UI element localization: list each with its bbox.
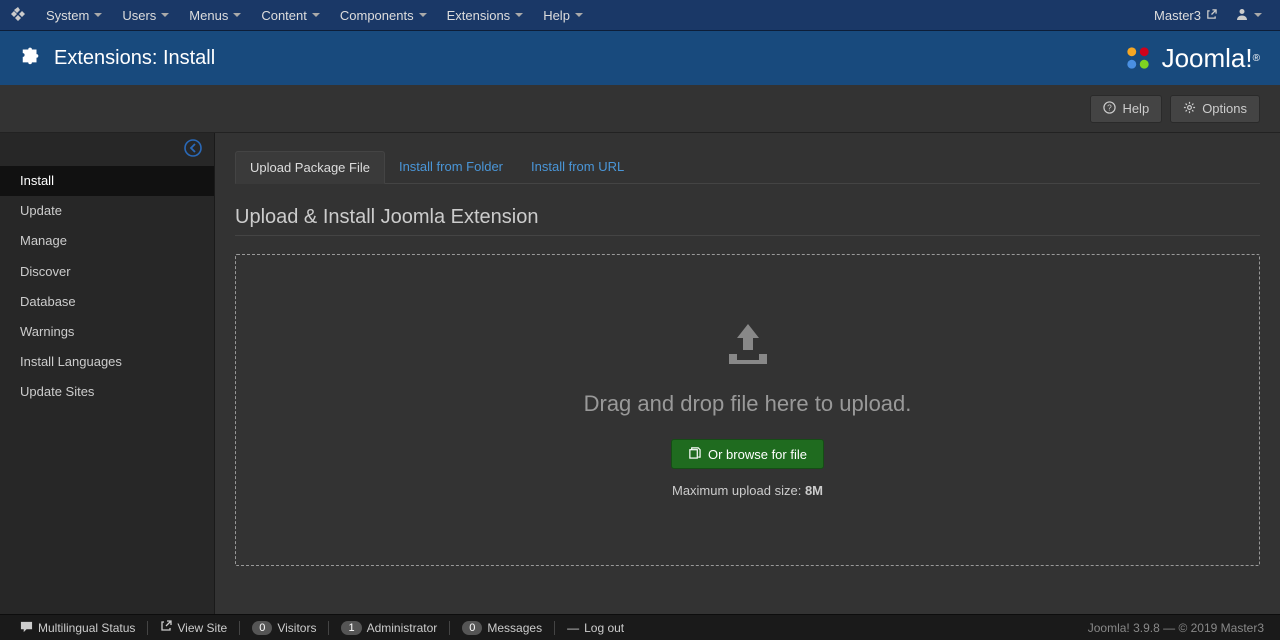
joomla-logo-icon (1120, 42, 1156, 74)
joomla-icon[interactable] (10, 6, 26, 25)
footer-messages[interactable]: 0Messages (454, 621, 550, 635)
sidebar-item-database[interactable]: Database (0, 287, 214, 317)
footer-logout[interactable]: — Log out (559, 621, 632, 635)
sidebar-item-warnings[interactable]: Warnings (0, 317, 214, 347)
menu-help[interactable]: Help (533, 8, 593, 23)
content-heading: Upload & Install Joomla Extension (235, 206, 1260, 236)
tabs: Upload Package FileInstall from FolderIn… (235, 151, 1260, 184)
help-button[interactable]: ? Help (1090, 95, 1162, 123)
menu-components[interactable]: Components (330, 8, 437, 23)
menu-menus[interactable]: Menus (179, 8, 251, 23)
menu-extensions[interactable]: Extensions (437, 8, 534, 23)
drag-text: Drag and drop file here to upload. (584, 391, 912, 417)
footer-multilingual[interactable]: Multilingual Status (12, 620, 143, 636)
sidebar-item-discover[interactable]: Discover (0, 257, 214, 287)
external-link-icon (1206, 8, 1217, 23)
browse-button[interactable]: Or browse for file (671, 439, 824, 469)
svg-text:?: ? (1108, 102, 1113, 112)
logout-icon: — (567, 621, 579, 635)
menu-users[interactable]: Users (112, 8, 179, 23)
tab-install-from-folder[interactable]: Install from Folder (385, 151, 517, 183)
options-button[interactable]: Options (1170, 95, 1260, 123)
site-link[interactable]: Master3 (1154, 8, 1217, 23)
copy-icon (688, 446, 701, 462)
puzzle-icon (20, 44, 42, 72)
sidebar-item-update[interactable]: Update (0, 196, 214, 226)
gear-icon (1183, 101, 1196, 117)
user-menu[interactable] (1227, 7, 1270, 24)
sidebar-item-install[interactable]: Install (0, 166, 214, 196)
max-upload-size: Maximum upload size: 8M (672, 483, 823, 498)
sidebar-item-install-languages[interactable]: Install Languages (0, 347, 214, 377)
tab-upload-package-file[interactable]: Upload Package File (235, 151, 385, 184)
footer-version: Joomla! 3.9.8 — © 2019 Master3 (1088, 621, 1268, 635)
page-title: Extensions: Install (54, 47, 1120, 70)
user-icon (1235, 7, 1249, 24)
top-menu: System Users Menus Content Components Ex… (36, 8, 1154, 23)
sidebar: InstallUpdateManageDiscoverDatabaseWarni… (0, 133, 215, 614)
tab-install-from-url[interactable]: Install from URL (517, 151, 638, 183)
help-icon: ? (1103, 101, 1116, 117)
joomla-brand[interactable]: Joomla!® (1120, 42, 1260, 74)
upload-icon (723, 322, 773, 369)
collapse-sidebar-icon[interactable] (184, 144, 202, 161)
menu-system[interactable]: System (36, 8, 112, 23)
footer-administrator[interactable]: 1Administrator (333, 621, 445, 635)
sidebar-item-manage[interactable]: Manage (0, 226, 214, 256)
footer-visitors[interactable]: 0Visitors (244, 621, 324, 635)
external-link-icon (160, 620, 172, 635)
menu-content[interactable]: Content (251, 8, 330, 23)
footer-view-site[interactable]: View Site (152, 620, 235, 635)
comment-icon (20, 620, 33, 636)
sidebar-item-update-sites[interactable]: Update Sites (0, 377, 214, 407)
upload-dropzone[interactable]: Drag and drop file here to upload. Or br… (235, 254, 1260, 566)
